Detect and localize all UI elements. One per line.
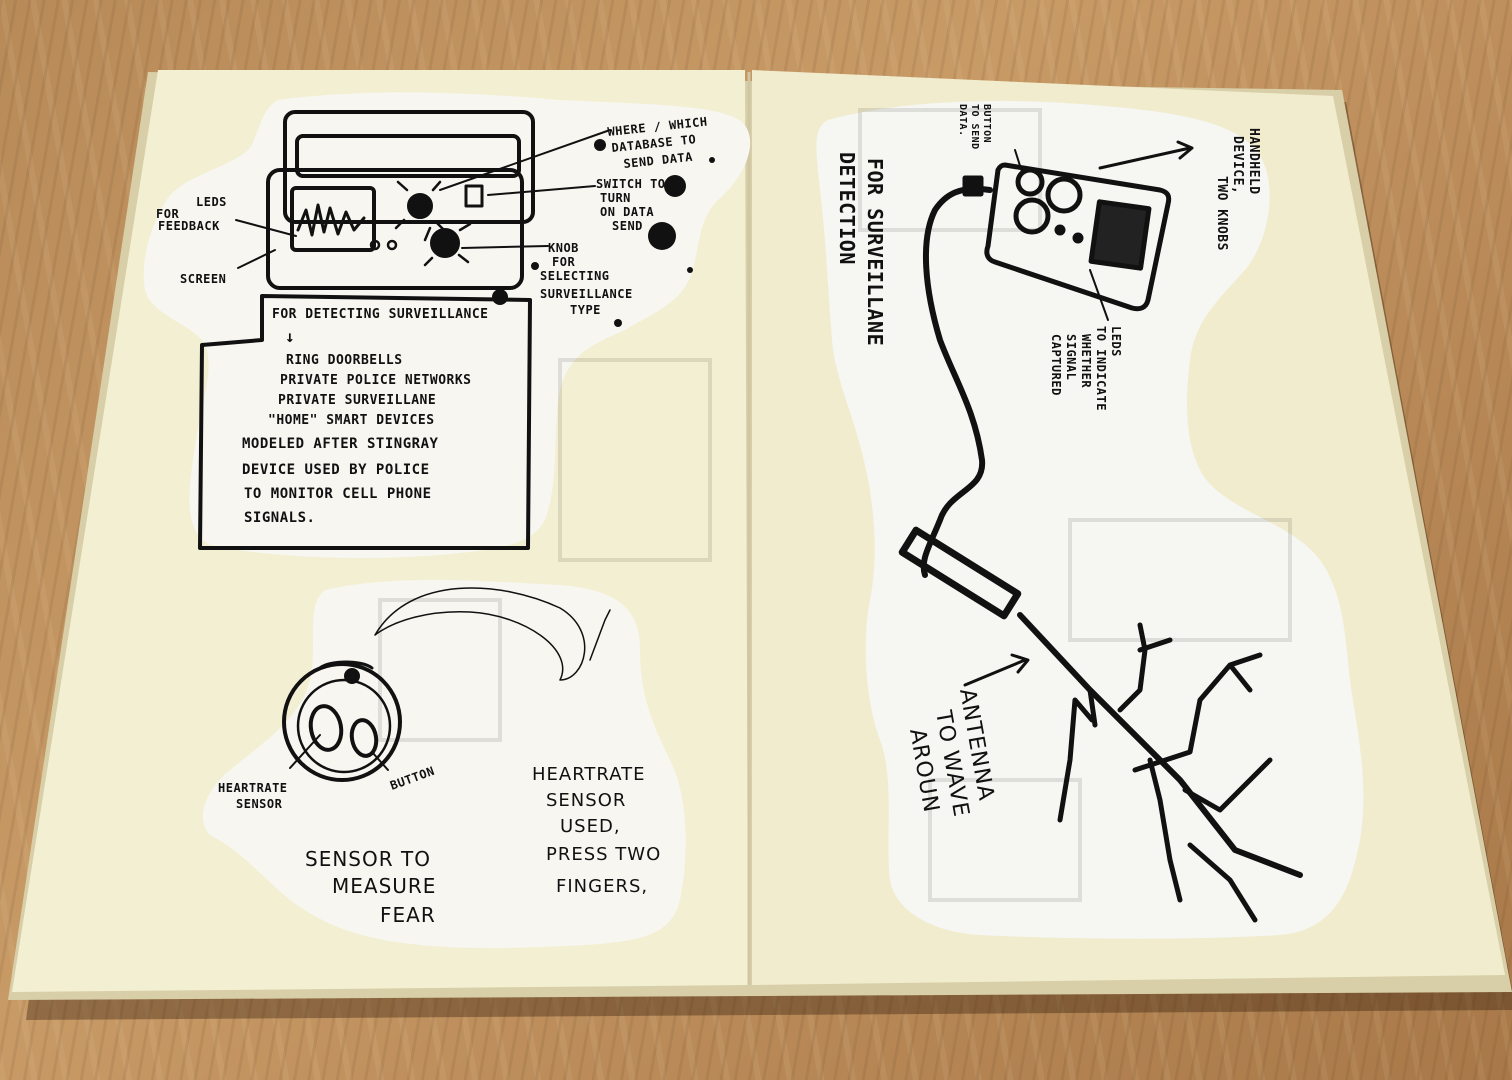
svg-text:HEARTRATE: HEARTRATE: [532, 764, 645, 785]
svg-text:SENSOR TO: SENSOR TO: [305, 847, 431, 871]
notes-modeled: SIGNALS.: [244, 510, 315, 526]
notes-heading: FOR DETECTING SURVEILLANCE: [272, 307, 489, 322]
svg-text:LEDS: LEDS: [196, 195, 227, 209]
svg-text:DEVICE,: DEVICE,: [1230, 136, 1245, 194]
svg-text:FOR: FOR: [552, 255, 575, 269]
screen-label: SCREEN: [180, 272, 226, 286]
svg-text:BUTTON: BUTTON: [981, 104, 992, 143]
svg-text:DETECTION: DETECTION: [835, 152, 859, 265]
notebook-scene: WHERE / WHICH DATABASE TO SEND DATA SWIT…: [8, 70, 1512, 1020]
svg-text:TWO KNOBS: TWO KNOBS: [1214, 176, 1229, 251]
svg-text:WHETHER: WHETHER: [1079, 334, 1093, 388]
notes-item: PRIVATE SURVEILLANE: [278, 393, 436, 408]
notes-modeled: DEVICE USED BY POLICE: [242, 462, 430, 478]
svg-text:SIGNAL: SIGNAL: [1064, 334, 1078, 380]
svg-text:SURVEILLANCE: SURVEILLANCE: [540, 287, 633, 301]
svg-text:CAPTURED: CAPTURED: [1049, 334, 1063, 396]
svg-text:LEDS: LEDS: [1109, 326, 1123, 357]
svg-text:FOR SURVEILLANE: FOR SURVEILLANE: [863, 158, 887, 346]
svg-text:SENSOR: SENSOR: [546, 790, 626, 811]
notes-arrow: ↓: [285, 327, 295, 346]
svg-text:HANDHELD: HANDHELD: [1246, 128, 1261, 195]
notes-item: RING DOORBELLS: [286, 353, 403, 368]
svg-text:TURN: TURN: [600, 191, 631, 205]
svg-text:SELECTING: SELECTING: [540, 269, 610, 283]
notes-modeled: TO MONITOR CELL PHONE: [244, 486, 432, 502]
svg-text:SWITCH TO: SWITCH TO: [596, 177, 666, 191]
svg-text:FEAR: FEAR: [380, 903, 436, 927]
svg-text:USED,: USED,: [560, 816, 621, 837]
notes-modeled: MODELED AFTER STINGRAY: [242, 436, 439, 452]
svg-text:MEASURE: MEASURE: [332, 874, 436, 898]
svg-text:FEEDBACK: FEEDBACK: [158, 219, 220, 233]
svg-text:TO INDICATE: TO INDICATE: [1094, 326, 1108, 411]
svg-text:TYPE: TYPE: [570, 303, 601, 317]
svg-text:DATA.: DATA.: [957, 104, 968, 137]
svg-text:TO SEND: TO SEND: [969, 104, 980, 150]
svg-text:ON DATA: ON DATA: [600, 205, 654, 219]
svg-text:SENSOR: SENSOR: [236, 797, 283, 811]
notes-item: "HOME" SMART DEVICES: [268, 413, 435, 428]
svg-text:SEND: SEND: [612, 219, 643, 233]
notes-item: PRIVATE POLICE NETWORKS: [280, 373, 472, 388]
svg-text:FINGERS,: FINGERS,: [556, 876, 648, 897]
svg-text:KNOB: KNOB: [548, 241, 579, 255]
svg-text:PRESS TWO: PRESS TWO: [546, 844, 661, 865]
svg-text:HEARTRATE: HEARTRATE: [218, 781, 288, 795]
